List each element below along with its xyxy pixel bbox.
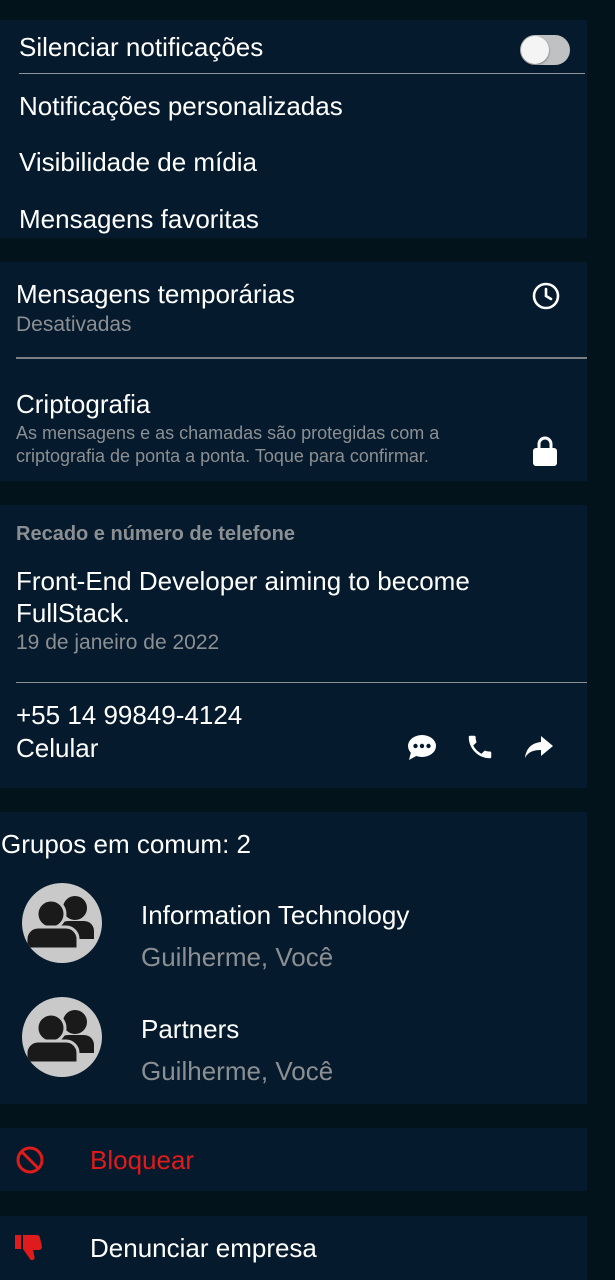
report-business-label: Denunciar empresa [90,1233,317,1263]
common-groups-section: Grupos em comum: 2 Information Technolog… [0,812,587,1104]
about-phone-section: Recado e número de telefone Front-End De… [0,505,587,788]
group-name: Information Technology [141,900,410,930]
privacy-section: Mensagens temporárias Desativadas Cripto… [0,262,587,481]
disappearing-messages-item[interactable]: Mensagens temporárias Desativadas [0,262,587,352]
mute-notifications-toggle[interactable] [520,35,570,65]
divider [19,73,585,74]
group-members: Guilherme, Você [141,1056,334,1086]
contact-info-screen: { "notifications": { "mute_label": "Sile… [0,0,615,1280]
starred-messages-item[interactable]: Mensagens favoritas [19,204,259,235]
encryption-label: Criptografia [16,389,151,419]
about-status-date: 19 de janeiro de 2022 [16,631,220,654]
block-icon [16,1146,44,1174]
phone-icon[interactable] [465,732,495,762]
custom-notifications-item[interactable]: Notificações personalizadas [19,91,343,122]
phone-number[interactable]: +55 14 99849-4124 [16,700,242,731]
mute-notifications-label: Silenciar notificações [19,32,264,62]
group-item[interactable]: Partners Guilherme, Você [0,992,587,1094]
phone-type: Celular [16,733,99,763]
share-icon[interactable] [524,734,554,760]
group-item[interactable]: Information Technology Guilherme, Você [0,878,587,980]
group-name: Partners [141,1014,240,1044]
encryption-item[interactable]: Criptografia As mensagens e as chamadas … [0,359,587,481]
message-icon[interactable] [406,733,438,761]
lock-icon [533,436,557,466]
thumbs-down-icon [15,1235,42,1261]
about-status-line1: Front-End Developer aiming to become [16,566,470,596]
disappearing-messages-status: Desativadas [16,313,132,336]
common-groups-header: Grupos em comum: 2 [1,829,251,859]
block-label: Bloquear [90,1145,195,1175]
about-section-title: Recado e número de telefone [16,523,295,545]
notifications-section: Silenciar notificações Notificações pers… [0,20,587,238]
group-members: Guilherme, Você [141,942,334,972]
group-avatar-icon [22,997,102,1077]
group-avatar-icon [22,883,102,963]
encryption-description-line2: criptografia de ponta a ponta. Toque par… [16,446,429,466]
divider [16,682,587,683]
clock-icon [532,282,560,310]
disappearing-messages-label: Mensagens temporárias [16,279,295,309]
about-status-line2: FullStack. [16,598,131,628]
media-visibility-item[interactable]: Visibilidade de mídia [19,147,257,178]
report-business-button[interactable]: Denunciar empresa [0,1216,587,1280]
block-button[interactable]: Bloquear [0,1128,587,1191]
encryption-description-line1: As mensagens e as chamadas são protegida… [16,423,440,443]
toggle-knob [521,36,549,64]
